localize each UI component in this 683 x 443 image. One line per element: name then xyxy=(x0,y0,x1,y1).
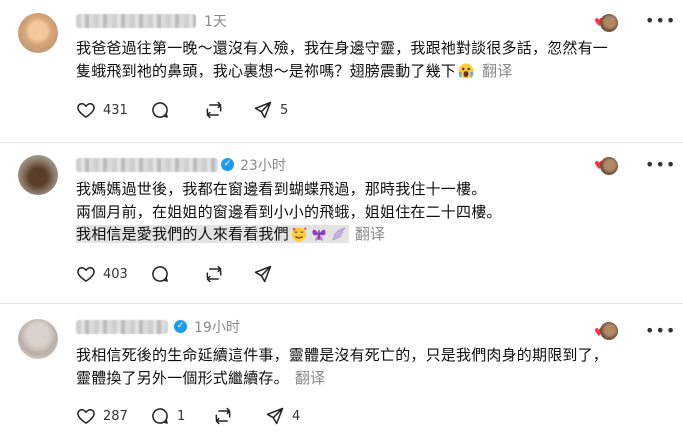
comment-text: 我爸爸過往第一晚～還沒有入殮，我在身邊守靈，我跟祂對談很多話，忽然有一 隻蛾飛到… xyxy=(76,37,608,82)
like-button[interactable]: 287 xyxy=(76,406,128,426)
translate-link[interactable]: 翻译 xyxy=(355,225,385,243)
author-liked-avatar xyxy=(600,157,618,175)
comment-text: 我相信死後的生命延續這件事，靈體是沒有死亡的，只是我們肉身的期限到了， 靈體換了… xyxy=(76,344,608,389)
comment-icon xyxy=(152,408,168,424)
reply-button[interactable] xyxy=(150,100,170,120)
avatar[interactable] xyxy=(18,155,58,195)
like-count: 431 xyxy=(103,102,128,118)
avatar[interactable] xyxy=(18,13,58,53)
share-button[interactable]: 5 xyxy=(253,100,288,120)
repost-button[interactable] xyxy=(204,264,224,284)
face-screaming-emoji xyxy=(458,63,474,79)
repost-icon xyxy=(206,101,222,119)
username-blurred[interactable] xyxy=(76,158,218,172)
reply-button[interactable]: 1 xyxy=(150,406,185,426)
reply-button[interactable] xyxy=(150,264,170,284)
repost-icon xyxy=(206,265,222,283)
share-button[interactable] xyxy=(253,264,273,284)
like-count: 403 xyxy=(103,266,128,282)
comment-line: 隻蛾飛到祂的鼻頭，我心裏想～是祢嗎？翅膀震動了幾下 xyxy=(76,61,457,80)
timestamp: 1天 xyxy=(204,14,227,30)
comment-text: 我媽媽過世後，我都在窗邊看到蝴蝶飛過，那時我住十一樓。 兩個月前，在姐姐的窗邊看… xyxy=(76,178,502,246)
reply-count: 1 xyxy=(177,408,186,424)
heart-icon xyxy=(77,409,95,424)
share-icon xyxy=(266,407,284,425)
more-options-icon[interactable]: ••• xyxy=(645,155,676,174)
share-button[interactable]: 4 xyxy=(265,406,300,426)
username-blurred[interactable] xyxy=(76,320,168,334)
wing-emoji xyxy=(331,226,347,242)
like-button[interactable]: 431 xyxy=(76,100,128,120)
smiling-face-with-hearts-emoji xyxy=(291,226,307,242)
verified-badge-icon: ✓ xyxy=(174,320,187,333)
share-icon xyxy=(254,265,272,283)
comment-line: 我相信死後的生命延續這件事，靈體是沒有死亡的，只是我們肉身的期限到了， xyxy=(76,346,609,364)
comment-icon xyxy=(152,266,168,282)
verified-badge-icon: ✓ xyxy=(221,158,234,171)
timestamp: 23小时 xyxy=(240,158,286,174)
comment-line: 兩個月前，在姐姐的窗邊看到小小的飛蛾，姐姐住在二十四樓。 xyxy=(76,202,502,221)
translate-link[interactable]: 翻译 xyxy=(482,62,512,80)
repost-button[interactable] xyxy=(204,100,224,120)
timestamp: 19小时 xyxy=(194,320,240,336)
avatar[interactable] xyxy=(18,319,58,359)
like-count: 287 xyxy=(103,408,128,424)
share-count: 4 xyxy=(292,408,301,424)
comment-3: ✓ 19小时 ♥ ••• 我相信死後的生命延續這件事，靈體是沒有死亡的，只是我們… xyxy=(0,304,683,443)
heart-icon xyxy=(77,103,95,118)
comment-line-highlighted: 我相信是愛我們的人來看看我們 xyxy=(76,225,349,243)
username-blurred[interactable] xyxy=(76,14,196,28)
author-liked-avatar xyxy=(600,322,618,340)
share-icon xyxy=(254,101,272,119)
author-liked-avatar xyxy=(600,14,618,32)
comment-line: 靈體換了另外一個形式繼續存。 xyxy=(76,368,289,387)
comment-line: 我爸爸過往第一晚～還沒有入殮，我在身邊守靈，我跟祂對談很多話，忽然有一 xyxy=(76,39,609,57)
more-options-icon[interactable]: ••• xyxy=(645,11,676,30)
comment-2: ✓ 23小时 ♥ ••• 我媽媽過世後，我都在窗邊看到蝴蝶飛過，那時我住十一樓。… xyxy=(0,143,683,302)
share-count: 5 xyxy=(280,102,289,118)
repost-button[interactable] xyxy=(213,406,233,426)
comment-1: 1天 ♥ ••• 我爸爸過往第一晚～還沒有入殮，我在身邊守靈，我跟祂對談很多話，… xyxy=(0,0,683,142)
butterfly-emoji xyxy=(311,226,327,242)
like-button[interactable]: 403 xyxy=(76,264,128,284)
repost-icon xyxy=(215,407,231,425)
translate-link[interactable]: 翻译 xyxy=(295,369,325,387)
comment-line: 我媽媽過世後，我都在窗邊看到蝴蝶飛過，那時我住十一樓。 xyxy=(76,180,487,198)
heart-icon xyxy=(77,267,95,282)
more-options-icon[interactable]: ••• xyxy=(645,321,676,340)
comment-icon xyxy=(152,102,168,118)
